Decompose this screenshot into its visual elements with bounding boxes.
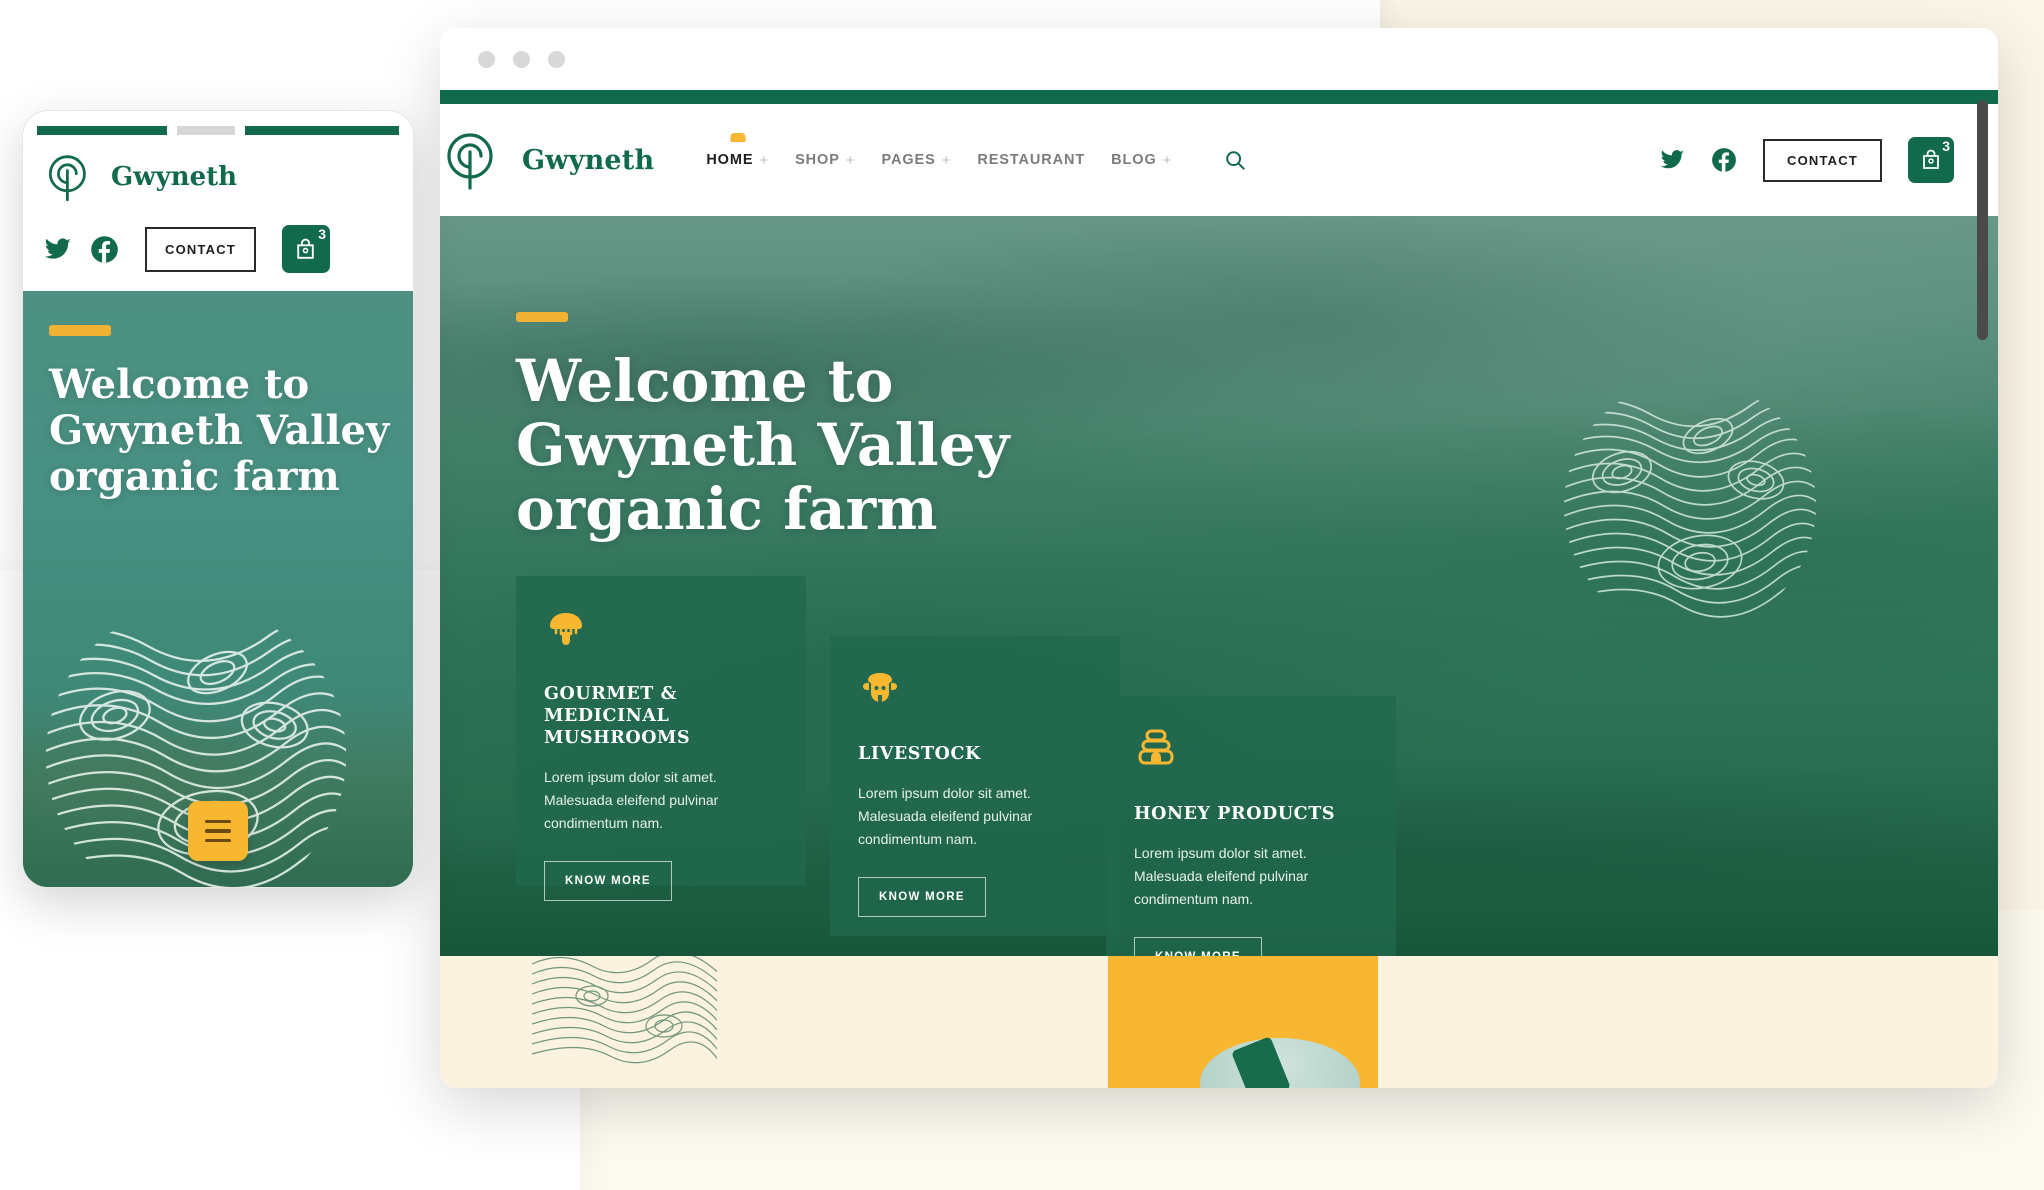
window-dot-maximize[interactable] [548, 50, 565, 68]
nav-item-home-submenu-icon: + [759, 151, 770, 169]
phone-site-brand[interactable]: Gwyneth [43, 151, 393, 203]
active-nav-indicator-icon [730, 132, 746, 142]
status-bar-segment-right [245, 125, 399, 135]
vertical-scrollbar[interactable] [1977, 100, 1988, 340]
phone-site-brand-name: Gwyneth [111, 162, 238, 192]
plant-circle-logo-icon [440, 128, 504, 192]
window-dot-minimize[interactable] [513, 50, 530, 68]
feature-card-title: HONEY PRODUCTS [1134, 804, 1336, 824]
feature-card-honey[interactable]: HONEY PRODUCTS Lorem ipsum dolor sit ame… [1106, 696, 1396, 956]
feature-card-text: Lorem ipsum dolor sit amet. Malesuada el… [544, 768, 719, 831]
phone-contact-button[interactable]: CONTACT [145, 226, 256, 272]
feature-card-title: LIVESTOCK [858, 744, 981, 764]
topographic-pattern-icon [531, 956, 723, 1068]
hamburger-menu-icon[interactable] [188, 801, 248, 861]
phone-mockup: Gwyneth CONTACT 3 Welcome to Gwyneth Val… [22, 110, 414, 888]
beehive-icon [1134, 726, 1178, 770]
nav-item-shop-submenu-icon: + [845, 151, 856, 169]
feature-card-text: Lorem ipsum dolor sit amet. Malesuada el… [1134, 844, 1309, 908]
know-more-button[interactable]: KNOW MORE [544, 860, 672, 901]
hamburger-line-1 [205, 819, 231, 824]
phone-hero-title: Welcome to Gwyneth Valley organic farm [49, 362, 393, 500]
nav-item-home[interactable]: HOME + [706, 132, 770, 169]
status-bar-segment-left [37, 125, 167, 135]
site-brand-name: Gwyneth [522, 144, 655, 176]
cart-count-badge: 3 [1942, 138, 1950, 154]
site-navbar: Gwyneth HOME + SHOP + PAGES + RESTAURANT [440, 104, 1998, 216]
phone-hero-title-line-3: organic farm [49, 453, 340, 500]
plant-circle-logo-icon [43, 151, 95, 203]
twitter-icon[interactable] [43, 235, 72, 264]
phone-hero-title-line-1: Welcome to [49, 361, 310, 408]
know-more-button[interactable]: KNOW MORE [1134, 937, 1262, 956]
nav-item-blog-submenu-icon: + [1162, 151, 1173, 169]
phone-site-header: Gwyneth CONTACT 3 [23, 137, 413, 291]
feature-card-livestock[interactable]: LIVESTOCK Lorem ipsum dolor sit amet. Ma… [830, 636, 1120, 936]
browser-viewport: Gwyneth HOME + SHOP + PAGES + RESTAURANT [440, 90, 1998, 1088]
below-hero-strip [440, 956, 1998, 1088]
twitter-icon[interactable] [1659, 147, 1685, 173]
hamburger-line-3 [205, 838, 231, 843]
contact-button[interactable]: CONTACT [1763, 138, 1882, 182]
site-brand[interactable]: Gwyneth [440, 128, 654, 192]
nav-item-pages-label: PAGES [881, 152, 936, 168]
facebook-icon[interactable] [90, 235, 119, 264]
page-top-accent-bar [440, 90, 1998, 104]
nav-item-shop[interactable]: SHOP + [795, 152, 855, 169]
browser-window-mockup: Gwyneth HOME + SHOP + PAGES + RESTAURANT [440, 28, 1998, 1088]
window-dot-close[interactable] [478, 50, 495, 68]
nav-item-blog-label: BLOG [1111, 152, 1157, 168]
site-nav-actions: CONTACT 3 [1659, 137, 1954, 183]
hero-title-line-2: Gwyneth Valley [516, 410, 1010, 479]
facebook-icon[interactable] [1711, 147, 1737, 173]
phone-hero-accent-rule [49, 325, 111, 336]
shopping-bag-icon [1923, 149, 1939, 169]
nav-item-restaurant[interactable]: RESTAURANT [977, 152, 1085, 168]
nav-item-shop-label: SHOP [795, 152, 840, 168]
browser-titlebar [440, 28, 1998, 90]
phone-hero-content: Welcome to Gwyneth Valley organic farm [49, 325, 393, 500]
nav-item-home-label: HOME [706, 152, 754, 168]
nav-item-pages-submenu-icon: + [941, 151, 952, 169]
status-bar-segment-middle [177, 125, 235, 135]
search-icon[interactable] [1224, 149, 1246, 171]
hero-section: Welcome to Gwyneth Valley organic farm G… [440, 216, 1998, 956]
mushroom-icon [544, 606, 588, 650]
phone-header-actions: CONTACT 3 [43, 225, 393, 273]
topographic-circle-icon [1560, 376, 1820, 636]
hero-title: Welcome to Gwyneth Valley organic farm [516, 347, 1010, 543]
know-more-button[interactable]: KNOW MORE [858, 877, 986, 918]
hero-title-line-1: Welcome to [516, 347, 894, 415]
feature-card-text: Lorem ipsum dolor sit amet. Malesuada el… [858, 784, 1033, 848]
phone-status-bar [23, 111, 413, 137]
phone-cart-count-badge: 3 [318, 226, 326, 242]
hamburger-lines [205, 819, 231, 843]
site-nav-links: HOME + SHOP + PAGES + RESTAURANT BLOG + [706, 132, 1246, 171]
nav-item-restaurant-label: RESTAURANT [977, 152, 1086, 168]
phone-hero-title-line-2: Gwyneth Valley [49, 407, 390, 454]
phone-hero-section: Welcome to Gwyneth Valley organic farm [23, 291, 413, 887]
hero-content: Welcome to Gwyneth Valley organic farm [516, 312, 1009, 541]
phone-cart-button[interactable]: 3 [281, 225, 330, 273]
feature-card-title: GOURMET & MEDICINAL MUSHROOMS [544, 684, 691, 748]
cart-button[interactable]: 3 [1908, 137, 1954, 183]
hero-accent-rule [516, 312, 568, 322]
sheep-icon [858, 666, 902, 710]
shopping-bag-icon [297, 238, 315, 259]
hamburger-line-2 [205, 829, 231, 833]
nav-item-blog[interactable]: BLOG + [1111, 152, 1172, 169]
hero-title-line-3: organic farm [516, 474, 938, 543]
nav-item-pages[interactable]: PAGES + [881, 152, 951, 169]
feature-card-mushrooms[interactable]: GOURMET & MEDICINAL MUSHROOMS Lorem ipsu… [516, 576, 806, 901]
